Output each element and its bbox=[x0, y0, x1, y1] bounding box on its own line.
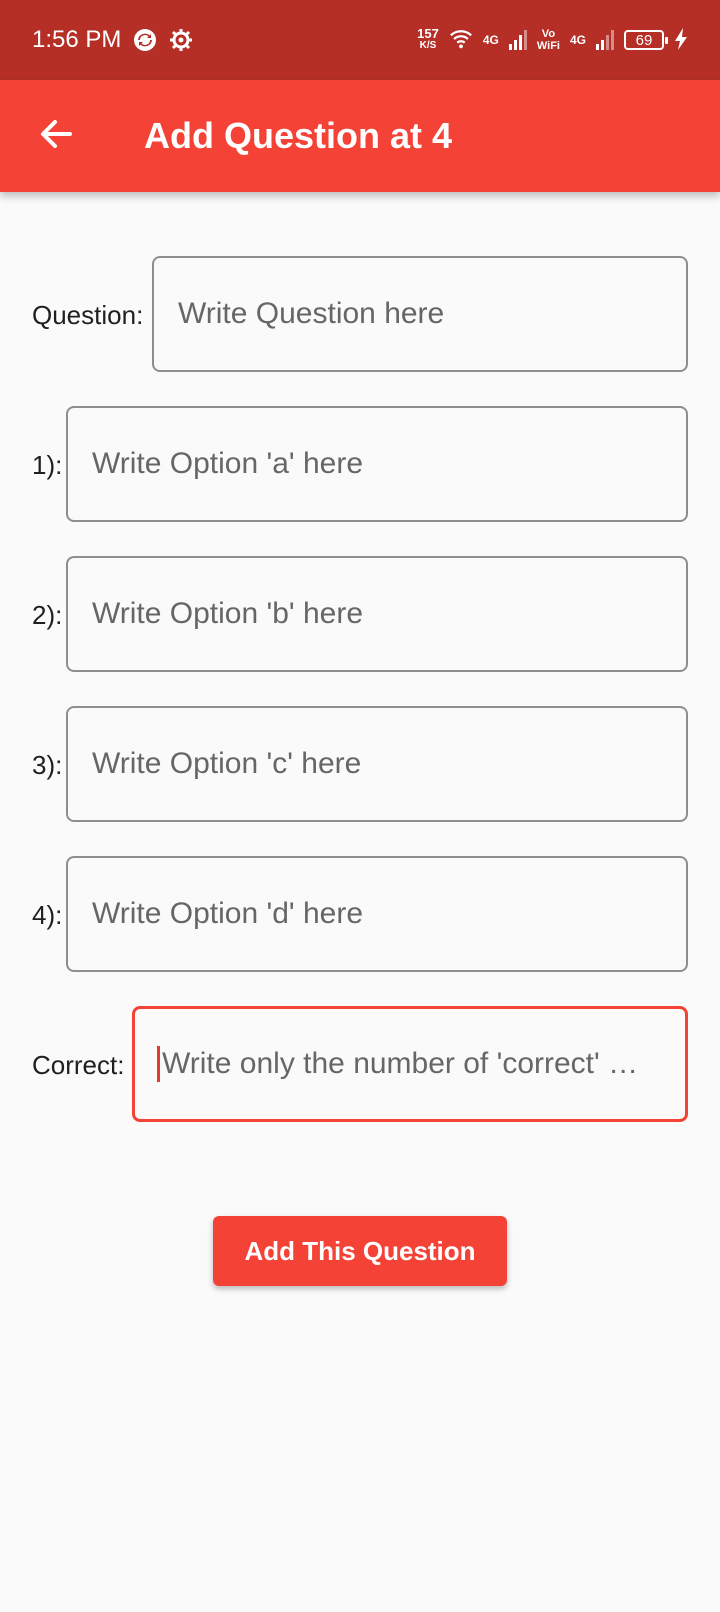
question-row: Question: bbox=[0, 256, 720, 374]
sync-icon bbox=[133, 28, 157, 52]
back-button[interactable] bbox=[0, 80, 112, 192]
charging-bolt-icon bbox=[674, 28, 688, 52]
status-right: 157 K/S 4G Vo WiFi 4G 69 bbox=[417, 26, 688, 52]
battery-level: 69 bbox=[635, 31, 653, 49]
option-c-label: 3): bbox=[32, 749, 63, 780]
add-question-button[interactable]: Add This Question bbox=[213, 1216, 507, 1286]
question-label: Question: bbox=[32, 299, 144, 330]
network-speed-value: 157 bbox=[417, 26, 439, 41]
battery-icon: 69 bbox=[624, 30, 668, 50]
page-title: Add Question at 4 bbox=[144, 115, 453, 156]
vowifi-label: Vo WiFi bbox=[537, 28, 560, 52]
network-speed-unit: K/S bbox=[419, 40, 437, 51]
correct-row: Correct: bbox=[0, 1006, 720, 1124]
option-d-label: 4): bbox=[32, 899, 63, 930]
option-c-field bbox=[66, 706, 688, 822]
option-b-label: 2): bbox=[32, 599, 63, 630]
option-d-field bbox=[66, 856, 688, 972]
option-b-row: 2): bbox=[0, 556, 720, 674]
settings-gear-icon bbox=[169, 28, 193, 52]
option-b-input[interactable] bbox=[90, 596, 686, 632]
correct-field bbox=[132, 1006, 688, 1122]
option-d-input[interactable] bbox=[90, 896, 686, 932]
signal-bars-icon-2 bbox=[596, 30, 614, 50]
wifi-icon bbox=[449, 28, 473, 52]
correct-label: Correct: bbox=[32, 1049, 125, 1080]
status-bar: 1:56 PM 157 K/S 4G Vo WiFi 4G 69 bbox=[0, 0, 720, 80]
option-a-label: 1): bbox=[32, 449, 63, 480]
network-speed: 157 K/S bbox=[417, 26, 439, 52]
status-time: 1:56 PM bbox=[32, 26, 122, 53]
vowifi-bottom: WiFi bbox=[536, 40, 560, 52]
correct-input[interactable] bbox=[160, 1046, 685, 1082]
signal-bars-icon bbox=[508, 30, 527, 50]
app-bar: Add Question at 4 bbox=[0, 80, 720, 192]
option-c-row: 3): bbox=[0, 706, 720, 824]
option-d-row: 4): bbox=[0, 856, 720, 974]
option-a-field bbox=[66, 406, 688, 522]
option-a-input[interactable] bbox=[90, 446, 686, 482]
question-field bbox=[152, 256, 688, 372]
option-b-field bbox=[66, 556, 688, 672]
status-left: 1:56 PM bbox=[32, 26, 193, 54]
option-c-input[interactable] bbox=[90, 746, 686, 782]
question-input[interactable] bbox=[176, 296, 686, 332]
arrow-back-icon bbox=[38, 116, 74, 157]
network-4g-label-2: 4G bbox=[569, 33, 586, 47]
vowifi-top: Vo bbox=[541, 28, 556, 40]
option-a-row: 1): bbox=[0, 406, 720, 524]
network-4g-label-1: 4G bbox=[482, 33, 499, 47]
